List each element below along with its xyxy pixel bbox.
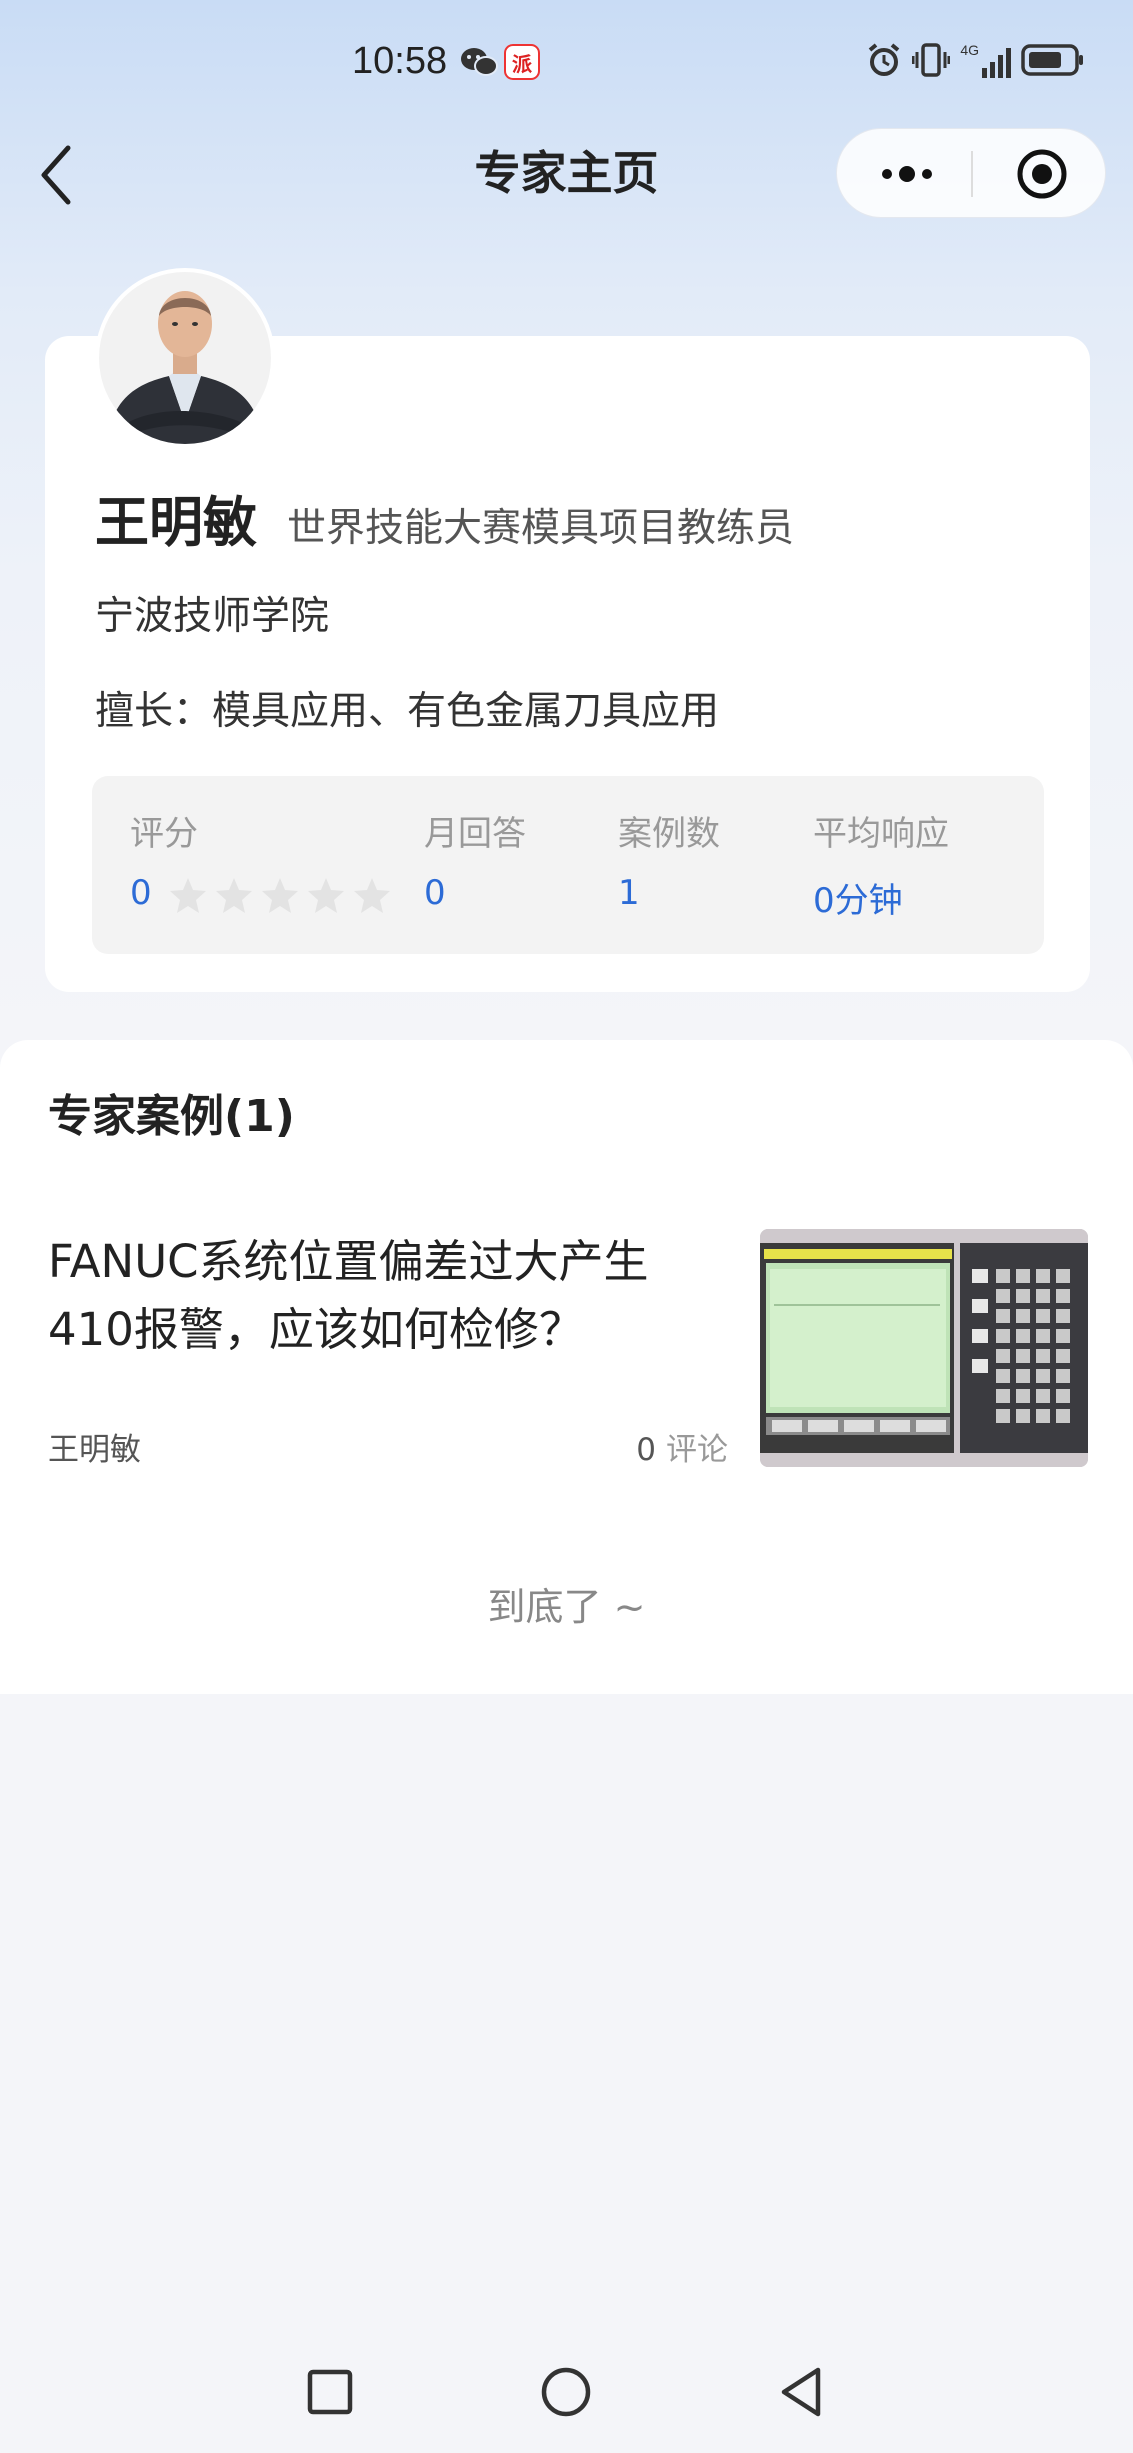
vibrate-icon [912,43,951,77]
status-icons: 4G [866,42,1085,78]
rating-stars [168,875,392,915]
close-target-icon[interactable] [1015,147,1069,201]
stat-cases: 案例数 1 [618,806,720,913]
status-bar: 10:58 派 4G [0,0,1133,128]
avatar-portrait-icon [99,272,271,444]
stat-cases-label: 案例数 [618,814,720,854]
expert-title: 世界技能大赛模具项目教练员 [287,506,795,551]
star-icon [169,877,206,913]
expert-name: 王明敏 [95,491,257,554]
case-author: 王明敏 [48,1432,141,1468]
cases-section-title: 专家案例(1) [48,1091,295,1142]
case-comment-count: 0 评论 [636,1424,728,1469]
alarm-icon [869,43,900,76]
star-icon [353,877,390,913]
stat-rating-value-row: 0 [130,873,392,915]
case-thumbnail[interactable] [760,1229,1088,1467]
capsule-divider [971,151,973,197]
stat-monthly-answers-value: 0 [424,873,446,913]
comment-count-value: 0 [636,1432,656,1468]
expert-speciality: 擅长：模具应用、有色金属刀具应用 [95,689,720,734]
mini-program-capsule [836,128,1106,218]
stat-monthly-answers-label: 月回答 [424,814,526,854]
star-icon [307,877,344,913]
expert-organization: 宁波技师学院 [95,594,330,639]
stat-avg-response-label: 平均响应 [813,814,949,854]
comment-count-label: 评论 [666,1432,728,1468]
system-nav-bar [0,2330,1133,2453]
battery-icon [1021,44,1083,76]
network-type: 4G [960,42,979,58]
expert-stats: 评分 0 月回答 0 案例数 1 平均响应 0分钟 [92,776,1044,954]
home-circle-icon[interactable] [538,2364,594,2420]
stat-cases-value: 1 [618,873,640,913]
stat-avg-response: 平均响应 0分钟 [813,806,949,922]
cnc-panel-image-icon [760,1229,1088,1467]
star-icon [215,877,252,913]
expert-avatar [95,268,275,448]
name-row: 王明敏 世界技能大赛模具项目教练员 [95,478,794,557]
stat-avg-response-value: 0分钟 [813,881,903,921]
case-title[interactable]: FANUC系统位置偏差过大产生410报警，应该如何检修？ [48,1228,728,1364]
signal-icon: 4G [960,42,1011,78]
star-icon [261,877,298,913]
list-end-text: 到底了 ~ [487,1585,646,1629]
stat-monthly-answers: 月回答 0 [424,806,526,913]
recent-apps-square-icon[interactable] [302,2364,358,2420]
back-triangle-icon[interactable] [774,2364,830,2420]
stat-rating-label: 评分 [130,814,198,854]
wechat-icon [461,48,498,76]
more-dots-icon[interactable] [877,157,937,191]
status-time: 10:58 [352,40,448,82]
stat-rating: 评分 0 [130,806,392,915]
app-badge-icon: 派 [504,44,540,80]
stat-rating-value: 0 [130,873,152,913]
